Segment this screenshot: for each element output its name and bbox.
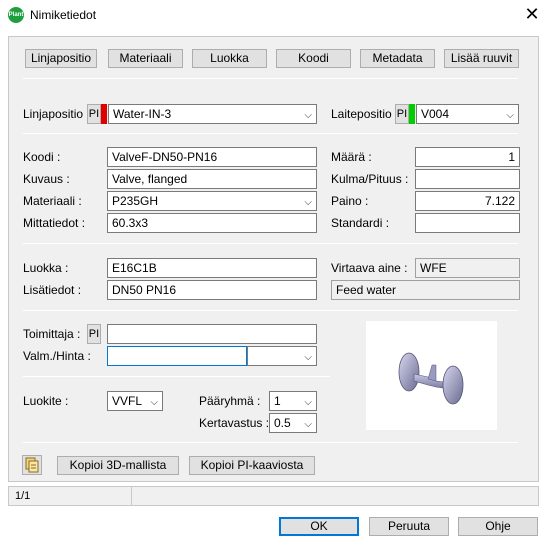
- divider: [23, 442, 518, 443]
- paaryhma-label: Pääryhmä :: [199, 394, 261, 408]
- toimittaja-pi-button[interactable]: PI: [87, 324, 101, 344]
- laitepositio-label: Laitepositio :: [331, 107, 399, 121]
- valve-3d-preview: [366, 321, 497, 430]
- tab-linjapositio[interactable]: Linjapositio: [25, 49, 97, 68]
- laitepositio-value: V004: [421, 107, 450, 121]
- kertavastus-label: Kertavastus :: [199, 416, 270, 430]
- mittatiedot-label: Mittatiedot :: [23, 216, 86, 230]
- laitepositio-color-swatch: [409, 104, 415, 124]
- virtaava-label: Virtaava aine :: [331, 261, 408, 275]
- valm-label: Valm./Hinta :: [23, 349, 91, 363]
- standardi-field[interactable]: [415, 213, 520, 233]
- luokite-label: Luokite :: [23, 394, 69, 408]
- cancel-button[interactable]: Peruuta: [369, 517, 449, 536]
- luokite-value: VVFL: [112, 394, 143, 408]
- kulma-label: Kulma/Pituus :: [331, 172, 409, 186]
- status-separator: [131, 487, 132, 505]
- copy-from-3d-button[interactable]: Kopioi 3D-mallista: [57, 456, 179, 475]
- paino-field[interactable]: 7.122: [415, 191, 520, 211]
- virtaava-field: WFE: [415, 258, 520, 278]
- chevron-down-icon: ⌵: [304, 397, 312, 408]
- divider: [23, 78, 518, 79]
- paino-label: Paino :: [331, 194, 369, 208]
- window-title: Nimiketiedot: [30, 8, 97, 22]
- toimittaja-label: Toimittaja :: [23, 327, 81, 341]
- paaryhma-select[interactable]: 1 ⌵: [269, 391, 317, 411]
- status-bar: 1/1: [8, 486, 539, 506]
- hinta-select[interactable]: ⌵: [247, 346, 317, 366]
- divider: [23, 133, 518, 134]
- copy-icon[interactable]: [22, 455, 42, 475]
- tab-koodi[interactable]: Koodi: [276, 49, 351, 68]
- tab-metadata[interactable]: Metadata: [360, 49, 435, 68]
- close-icon[interactable]: ✕: [520, 4, 544, 26]
- laitepositio-pi-button[interactable]: PI: [395, 104, 409, 124]
- laitepositio-select[interactable]: V004 ⌵: [416, 104, 519, 124]
- kuvaus-label: Kuvaus :: [23, 172, 70, 186]
- tab-materiaali[interactable]: Materiaali: [108, 49, 183, 68]
- luokka-field[interactable]: E16C1B: [107, 258, 317, 278]
- divider: [23, 376, 330, 377]
- lisatiedot-label: Lisätiedot :: [23, 283, 82, 297]
- linjapositio-value: Water-IN-3: [113, 107, 172, 121]
- status-record-count: 1/1: [15, 490, 31, 502]
- title-bar: Plant Nimiketiedot ✕: [0, 0, 547, 30]
- kuvaus-field[interactable]: Valve, flanged: [107, 169, 317, 189]
- tab-lisaa-ruuvit[interactable]: Lisää ruuvit: [444, 49, 519, 68]
- kertavastus-select[interactable]: 0.5 ⌵: [269, 413, 317, 433]
- luokite-select[interactable]: VVFL ⌵: [107, 391, 163, 411]
- app-icon: Plant: [8, 7, 24, 23]
- chevron-down-icon: ⌵: [304, 110, 312, 121]
- paaryhma-value: 1: [274, 394, 281, 408]
- tab-luokka[interactable]: Luokka: [192, 49, 267, 68]
- chevron-down-icon: ⌵: [304, 197, 312, 208]
- linjapositio-color-swatch: [101, 104, 107, 124]
- lisatiedot-field[interactable]: DN50 PN16: [107, 280, 317, 300]
- standardi-label: Standardi :: [331, 216, 390, 230]
- ok-button[interactable]: OK: [279, 517, 359, 536]
- linjapositio-pi-button[interactable]: PI: [87, 104, 101, 124]
- kertavastus-value: 0.5: [274, 416, 291, 430]
- chevron-down-icon: ⌵: [506, 110, 514, 121]
- toimittaja-field[interactable]: [107, 324, 317, 344]
- chevron-down-icon: ⌵: [304, 352, 312, 363]
- copy-from-pi-button[interactable]: Kopioi PI-kaaviosta: [189, 456, 315, 475]
- koodi-label: Koodi :: [23, 150, 61, 164]
- help-button[interactable]: Ohje: [458, 517, 538, 536]
- materiaali-value: P235GH: [112, 194, 159, 208]
- materiaali-label: Materiaali :: [23, 194, 82, 208]
- linjapositio-label: Linjapositio :: [23, 107, 90, 121]
- koodi-field[interactable]: ValveF-DN50-PN16: [107, 147, 317, 167]
- luokka-label: Luokka :: [23, 261, 69, 275]
- maara-field[interactable]: 1: [415, 147, 520, 167]
- linjapositio-select[interactable]: Water-IN-3 ⌵: [108, 104, 317, 124]
- divider: [23, 243, 518, 244]
- materiaali-select[interactable]: P235GH ⌵: [107, 191, 317, 211]
- mittatiedot-field[interactable]: 60.3x3: [107, 213, 317, 233]
- divider: [23, 310, 518, 311]
- kulma-field[interactable]: [415, 169, 520, 189]
- virtaava-description: Feed water: [331, 280, 520, 300]
- valm-field[interactable]: [107, 346, 247, 366]
- chevron-down-icon: ⌵: [304, 419, 312, 430]
- maara-label: Määrä :: [331, 150, 372, 164]
- chevron-down-icon: ⌵: [150, 397, 158, 408]
